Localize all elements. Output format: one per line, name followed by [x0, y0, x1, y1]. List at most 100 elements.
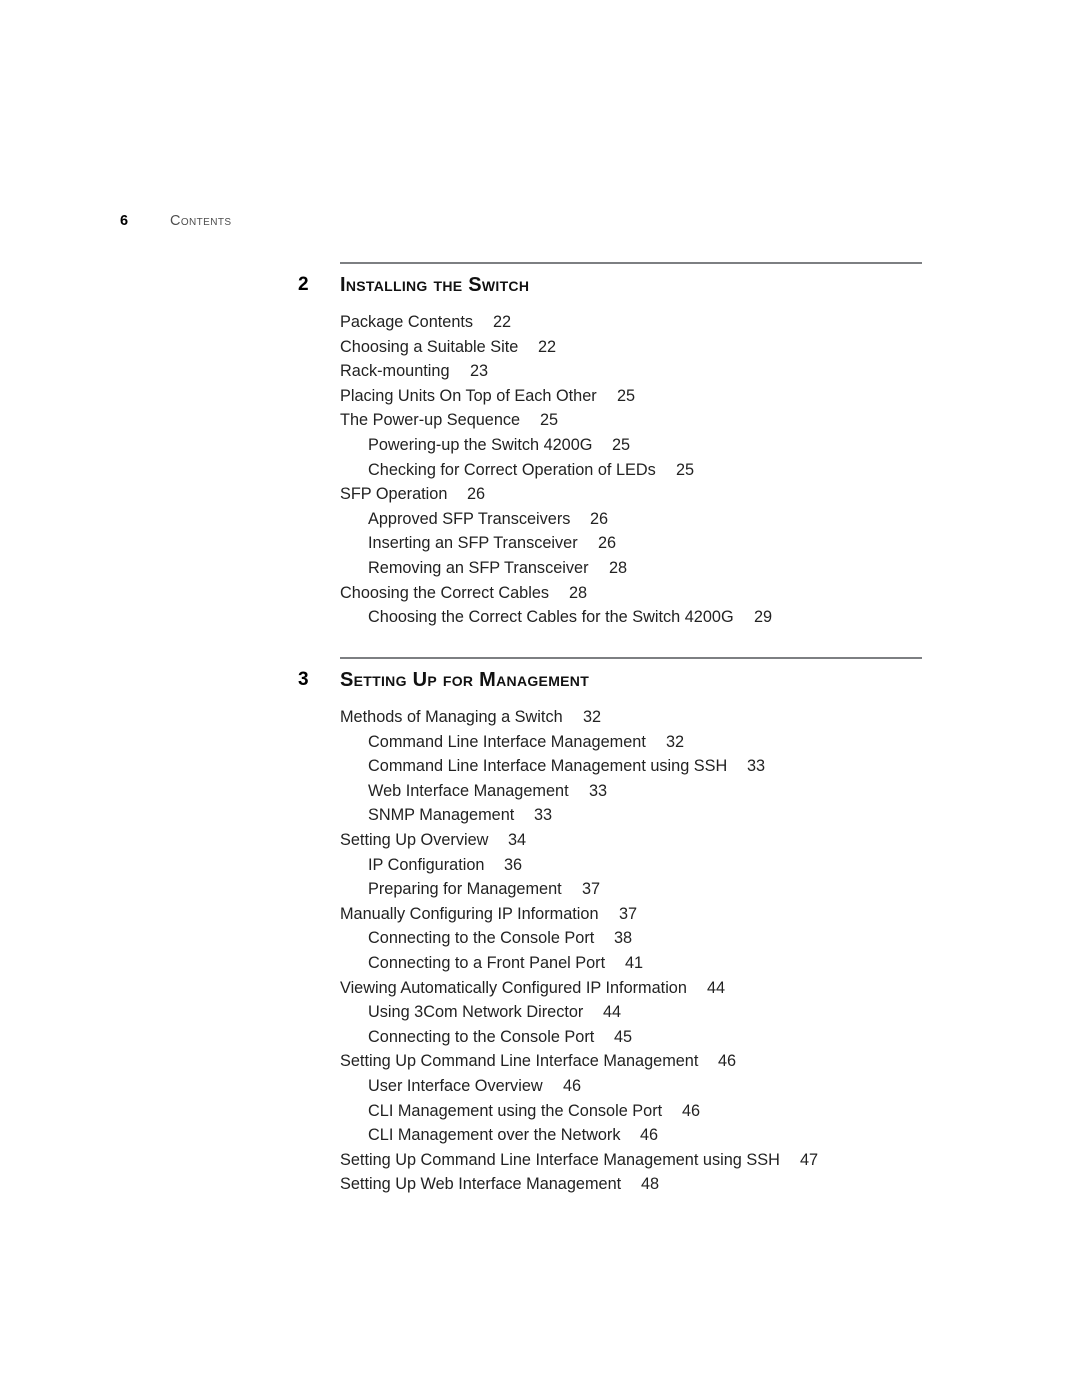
toc-entry-label: Setting Up Web Interface Management — [340, 1175, 622, 1194]
toc-entry-label: Using 3Com Network Director — [368, 1003, 584, 1022]
toc-entry-label: Manually Configuring IP Information — [340, 904, 599, 923]
toc-entry-list: Package Contents 22 Choosing a Suitable Si… — [0, 310, 1080, 630]
toc-entry[interactable]: User Interface Overview 46 — [0, 1074, 1080, 1099]
toc-entry-label: Removing an SFP Transceiver — [368, 558, 589, 577]
toc-entry[interactable]: Setting Up Web Interface Management 48 — [0, 1172, 1080, 1197]
toc-entry[interactable]: Approved SFP Transceivers 26 — [0, 507, 1080, 532]
toc-entry-label: SNMP Management — [368, 806, 515, 825]
chapter-title: Installing the Switch — [340, 274, 530, 296]
toc-entry[interactable]: Viewing Automatically Configured IP Info… — [0, 976, 1080, 1001]
toc-entry-label: Methods of Managing a Switch — [340, 708, 563, 726]
toc-entry-page-number: 33 — [589, 781, 608, 800]
toc-entry[interactable]: Choosing the Correct Cables 28 — [0, 581, 1080, 606]
toc-entry-page-number: 22 — [493, 313, 512, 331]
toc-entry-page-number: 48 — [641, 1175, 660, 1194]
toc-entry-label: Setting Up Command Line Interface Manage… — [340, 1052, 699, 1071]
running-header: 6 Contents — [120, 213, 231, 229]
toc-entry[interactable]: Connecting to the Console Port 45 — [0, 1025, 1080, 1050]
toc-entry-page-number: 45 — [614, 1027, 633, 1046]
toc-entry-page-number: 32 — [666, 732, 685, 751]
toc-entry[interactable]: CLI Management using the Console Port 46 — [0, 1099, 1080, 1124]
toc-entry[interactable]: CLI Management over the Network 46 — [0, 1123, 1080, 1148]
toc-entry-page-number: 22 — [538, 337, 557, 356]
toc-entry-label: IP Configuration — [368, 855, 485, 874]
toc-entry-page-number: 26 — [598, 534, 617, 553]
toc-entry[interactable]: Choosing the Correct Cables for the Swit… — [0, 605, 1080, 630]
toc-entry[interactable]: The Power-up Sequence 25 — [0, 408, 1080, 433]
chapter-number: 2 — [298, 274, 309, 295]
toc-entry-label: Setting Up Command Line Interface Manage… — [340, 1150, 780, 1169]
toc-entry[interactable]: Connecting to a Front Panel Port 41 — [0, 951, 1080, 976]
toc-entry[interactable]: Web Interface Management 33 — [0, 779, 1080, 804]
toc-entry-page-number: 23 — [470, 362, 489, 381]
toc-entry-label: Powering-up the Switch 4200G — [368, 435, 593, 454]
toc-entry[interactable]: Preparing for Management 37 — [0, 877, 1080, 902]
toc-entry-page-number: 25 — [612, 435, 631, 454]
toc-entry[interactable]: Choosing a Suitable Site 22 — [0, 335, 1080, 360]
toc-entry-page-number: 38 — [614, 929, 633, 948]
toc-entry[interactable]: Removing an SFP Transceiver 28 — [0, 556, 1080, 581]
chapter-number: 3 — [298, 669, 309, 690]
toc-entry-page-number: 46 — [563, 1076, 582, 1095]
toc-entry-page-number: 46 — [640, 1126, 659, 1145]
toc-entry[interactable]: Using 3Com Network Director 44 — [0, 1000, 1080, 1025]
toc-entry-page-number: 37 — [582, 880, 601, 899]
toc-entry-page-number: 46 — [682, 1101, 701, 1120]
toc-entry-page-number: 28 — [569, 583, 588, 602]
toc-entry[interactable]: Command Line Interface Management using … — [0, 754, 1080, 779]
toc-entry[interactable]: Setting Up Command Line Interface Manage… — [0, 1049, 1080, 1074]
page-folio-number: 6 — [120, 213, 129, 229]
toc-entry-label: Preparing for Management — [368, 880, 562, 899]
toc-entry-list: Methods of Managing a Switch 32 Command Li… — [0, 705, 1080, 1197]
toc-entry-label: SFP Operation — [340, 485, 448, 504]
toc-entry[interactable]: IP Configuration 36 — [0, 853, 1080, 878]
toc-entry-page-number: 29 — [754, 608, 773, 627]
toc-entry-page-number: 44 — [707, 978, 726, 997]
toc-entry-label: CLI Management over the Network — [368, 1126, 621, 1145]
toc-entry-label: Inserting an SFP Transceiver — [368, 534, 578, 553]
toc-entry-label: Connecting to the Console Port — [368, 1027, 595, 1046]
toc-entry[interactable]: Command Line Interface Management 32 — [0, 730, 1080, 755]
toc-entry-label: Placing Units On Top of Each Other — [340, 386, 597, 405]
toc-entry[interactable]: Setting Up Command Line Interface Manage… — [0, 1148, 1080, 1173]
chapter-divider-rule — [340, 262, 922, 264]
toc-entry[interactable]: Inserting an SFP Transceiver 26 — [0, 531, 1080, 556]
toc-entry-label: Command Line Interface Management — [368, 732, 646, 751]
toc-entry-label: Package Contents — [340, 313, 474, 331]
toc-entry-label: Connecting to a Front Panel Port — [368, 953, 606, 972]
toc-entry[interactable]: Setting Up Overview 34 — [0, 828, 1080, 853]
toc-entry-page-number: 25 — [617, 386, 636, 405]
toc-entry[interactable]: SFP Operation 26 — [0, 482, 1080, 507]
toc-entry-label: Choosing the Correct Cables — [340, 583, 550, 602]
toc-entry[interactable]: Methods of Managing a Switch 32 — [0, 705, 1080, 730]
toc-entry-page-number: 32 — [583, 708, 602, 726]
running-header-title: Contents — [170, 213, 232, 229]
toc-entry-label: Checking for Correct Operation of LEDs — [368, 460, 656, 479]
toc-entry[interactable]: Manually Configuring IP Information 37 — [0, 902, 1080, 927]
chapter-title: Setting Up for Management — [340, 669, 590, 691]
toc-entry-label: CLI Management using the Console Port — [368, 1101, 663, 1120]
toc-entry-page-number: 33 — [747, 757, 766, 776]
toc-entry-label: Rack-mounting — [340, 362, 450, 381]
chapter-divider-rule — [340, 657, 922, 659]
toc-entry-page-number: 25 — [540, 411, 559, 430]
toc-entry-page-number: 28 — [609, 558, 628, 577]
toc-entry-page-number: 37 — [619, 904, 638, 923]
toc-entry-label: Approved SFP Transceivers — [368, 509, 571, 528]
toc-entry-label: Web Interface Management — [368, 781, 569, 800]
toc-entry[interactable]: SNMP Management 33 — [0, 803, 1080, 828]
toc-entry[interactable]: Checking for Correct Operation of LEDs 25 — [0, 458, 1080, 483]
toc-entry-page-number: 44 — [603, 1003, 622, 1022]
toc-entry-page-number: 34 — [508, 830, 527, 849]
toc-entry-label: Setting Up Overview — [340, 830, 489, 849]
toc-entry[interactable]: Package Contents 22 — [0, 310, 1080, 335]
toc-entry-page-number: 36 — [504, 855, 523, 874]
toc-entry-page-number: 25 — [676, 460, 695, 479]
toc-entry[interactable]: Rack-mounting 23 — [0, 359, 1080, 384]
toc-page: 6 Contents 2 Installing the Switch Package… — [0, 0, 1080, 1397]
toc-entry[interactable]: Connecting to the Console Port 38 — [0, 926, 1080, 951]
toc-entry[interactable]: Placing Units On Top of Each Other 25 — [0, 384, 1080, 409]
toc-entry[interactable]: Powering-up the Switch 4200G 25 — [0, 433, 1080, 458]
toc-entry-page-number: 33 — [534, 806, 553, 825]
toc-entry-page-number: 26 — [590, 509, 609, 528]
